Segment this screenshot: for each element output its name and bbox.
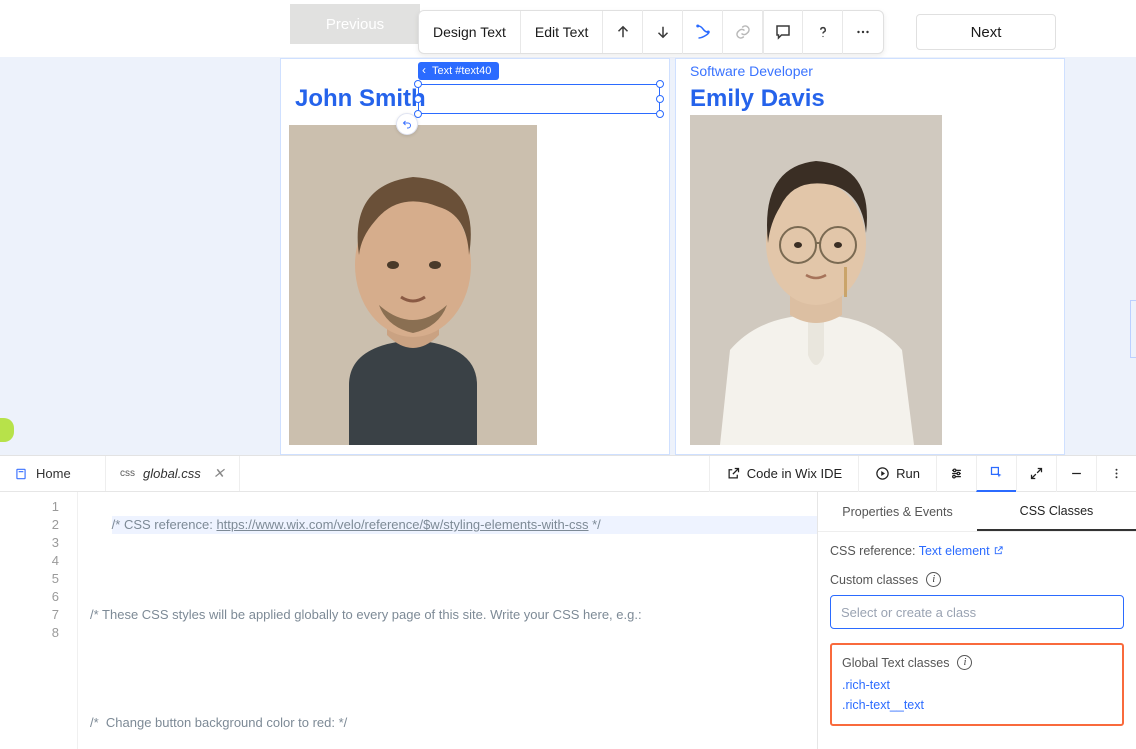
external-link-icon [993,545,1004,556]
design-text-button[interactable]: Design Text [419,11,521,53]
css-badge: css [120,468,135,479]
code-text [90,552,817,570]
resize-handle[interactable] [414,95,422,103]
name-text[interactable]: Emily Davis [690,85,825,113]
close-tab-button[interactable]: ✕ [213,465,225,482]
tab-css-classes-label: CSS Classes [1020,504,1094,518]
design-text-label: Design Text [433,24,506,40]
resize-handle[interactable] [656,110,664,118]
previous-label: Previous [326,16,384,33]
global-class-item[interactable]: .rich-text [842,678,1112,692]
code-text: */ [589,517,601,532]
run-button[interactable]: Run [858,456,936,492]
profile-card-right[interactable]: Software Developer Emily Davis [675,58,1065,455]
inspect-button[interactable] [976,456,1016,492]
settings-button[interactable] [936,456,976,492]
ide-tabs: Home css global.css ✕ Code in Wix IDE Ru… [0,456,1136,492]
code-ide-panel: Home css global.css ✕ Code in Wix IDE Ru… [0,455,1136,749]
ide-more-button[interactable] [1096,456,1136,492]
tab-pe-label: Properties & Events [842,505,952,519]
element-toolbar: Design Text Edit Text [418,10,884,54]
next-button[interactable]: Next [916,14,1056,50]
edit-text-label: Edit Text [535,24,588,40]
move-down-button[interactable] [643,10,683,54]
play-icon [875,466,890,481]
selection-tag[interactable]: Text #text40 [418,62,499,80]
portrait-image [690,115,942,445]
resize-handle[interactable] [656,95,664,103]
custom-class-input[interactable] [830,595,1124,629]
move-up-button[interactable] [603,10,643,54]
portrait-image [289,125,537,445]
accent-blob [0,418,14,442]
minimize-button[interactable] [1056,456,1096,492]
css-reference-row: CSS reference: Text element [830,544,1124,558]
selection-box[interactable] [418,84,660,114]
css-reference-link-text: Text element [919,544,990,558]
role-label: Software Developer [690,63,813,79]
sliders-icon [949,466,964,481]
external-link-icon [726,466,741,481]
undo-button[interactable] [396,113,418,135]
tab-global-css[interactable]: css global.css ✕ [106,456,240,491]
run-label: Run [896,466,920,481]
comment-button[interactable] [763,10,803,54]
global-classes-box: Global Text classes i .rich-text .rich-t… [830,643,1124,726]
link-button[interactable] [723,10,763,54]
tab-properties-events[interactable]: Properties & Events [818,492,977,531]
code-editor[interactable]: 12345678 /* CSS reference: https://www.w… [0,492,817,749]
comment-icon [774,23,792,41]
info-icon[interactable]: i [957,655,972,670]
link-icon [734,23,752,41]
undo-icon [401,118,413,130]
tab-home-label: Home [36,466,71,481]
info-icon[interactable]: i [926,572,941,587]
help-button[interactable] [803,10,843,54]
global-class-item[interactable]: .rich-text__text [842,698,1112,712]
css-reference-link[interactable]: Text element [919,544,1004,558]
arrow-down-icon [654,23,672,41]
more-icon [854,23,872,41]
code-text [90,660,817,678]
tab-css-classes[interactable]: CSS Classes [977,492,1136,531]
global-classes-label: Global Text classes [842,656,949,670]
resize-handle[interactable] [656,80,664,88]
more-button[interactable] [843,10,883,54]
animation-icon [694,23,712,41]
code-text: /* Change button background color to red… [90,714,817,732]
next-label: Next [971,24,1002,41]
name-text[interactable]: John Smith [295,85,426,113]
help-icon [814,23,832,41]
code-text: /* CSS reference: [112,517,217,532]
grid-edge-marker [1130,300,1136,358]
open-wix-ide-label: Code in Wix IDE [747,466,842,481]
expand-button[interactable] [1016,456,1056,492]
animation-button[interactable] [683,10,723,54]
arrow-up-icon [614,23,632,41]
page-icon [14,467,28,481]
code-content[interactable]: /* CSS reference: https://www.wix.com/ve… [78,492,817,749]
profile-card-left[interactable]: anager John Smith [280,58,670,455]
minimize-icon [1069,466,1084,481]
resize-handle[interactable] [414,80,422,88]
previous-button[interactable]: Previous [290,4,420,44]
open-wix-ide-button[interactable]: Code in Wix IDE [709,456,858,492]
properties-panel: Properties & Events CSS Classes CSS refe… [817,492,1136,749]
css-reference-label: CSS reference: [830,544,915,558]
tab-home[interactable]: Home [0,456,106,491]
code-text: /* These CSS styles will be applied glob… [90,606,817,624]
line-gutter: 12345678 [0,492,78,749]
inspect-icon [989,465,1004,480]
ide-actions: Code in Wix IDE Run [709,456,1136,491]
properties-tabs: Properties & Events CSS Classes [818,492,1136,532]
expand-icon [1029,466,1044,481]
tab-css-label: global.css [143,466,201,481]
designer-canvas[interactable]: Previous Next Design Text Edit Text anag… [0,0,1136,455]
more-vertical-icon [1109,466,1124,481]
custom-classes-label: Custom classes [830,573,918,587]
edit-text-button[interactable]: Edit Text [521,11,603,53]
code-url[interactable]: https://www.wix.com/velo/reference/$w/st… [216,517,588,532]
selection-tag-label: Text #text40 [432,65,491,77]
